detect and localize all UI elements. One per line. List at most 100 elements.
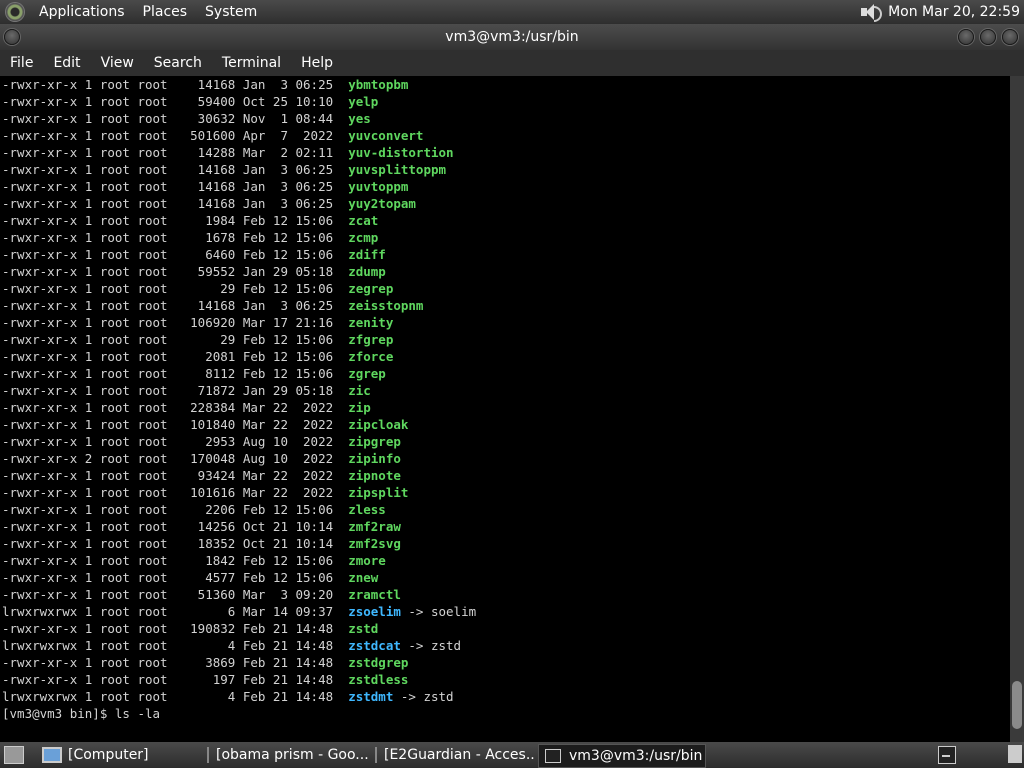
window-titlebar[interactable]: vm3@vm3:/usr/bin [0, 24, 1024, 50]
file-name: zipsplit [348, 485, 409, 500]
scrollbar-thumb[interactable] [1012, 681, 1022, 729]
file-name: zcmp [348, 230, 379, 245]
listing-line: -rwxr-xr-x 1 root root 3869 Feb 21 14:48… [0, 654, 1010, 671]
listing-line: -rwxr-xr-x 1 root root 2206 Feb 12 15:06… [0, 501, 1010, 518]
menu-terminal[interactable]: Terminal [212, 55, 291, 71]
task-chrome-obama[interactable]: [obama prism - Goo... [202, 744, 368, 766]
listing-line: -rwxr-xr-x 1 root root 228384 Mar 22 202… [0, 399, 1010, 416]
listing-meta: -rwxr-xr-x 1 root root 14168 Jan 3 06:25 [2, 196, 349, 211]
window-title: vm3@vm3:/usr/bin [445, 29, 579, 45]
listing-line: -rwxr-xr-x 1 root root 29 Feb 12 15:06 z… [0, 331, 1010, 348]
menu-search[interactable]: Search [144, 55, 212, 71]
listing-meta: -rwxr-xr-x 1 root root 14288 Mar 2 02:11 [2, 145, 349, 160]
file-name: zip [348, 400, 371, 415]
file-name: zless [348, 502, 386, 517]
listing-meta: -rwxr-xr-x 1 root root 190832 Feb 21 14:… [2, 621, 349, 636]
symlink-name: zstdmt [348, 689, 394, 704]
listing-meta: -rwxr-xr-x 1 root root 101616 Mar 22 202… [2, 485, 349, 500]
listing-meta: -rwxr-xr-x 1 root root 2081 Feb 12 15:06 [2, 349, 349, 364]
listing-line: -rwxr-xr-x 1 root root 501600 Apr 7 2022… [0, 127, 1010, 144]
task-chrome-e2guardian[interactable]: [E2Guardian - Acces... [370, 744, 536, 766]
listing-line: -rwxr-xr-x 1 root root 93424 Mar 22 2022… [0, 467, 1010, 484]
listing-meta: -rwxr-xr-x 1 root root 14168 Jan 3 06:25 [2, 179, 349, 194]
task-terminal[interactable]: vm3@vm3:/usr/bin [538, 744, 706, 768]
file-name: zmore [348, 553, 386, 568]
close-button[interactable] [1002, 29, 1018, 45]
listing-meta: -rwxr-xr-x 1 root root 14168 Jan 3 06:25 [2, 77, 349, 92]
listing-line: -rwxr-xr-x 1 root root 1842 Feb 12 15:06… [0, 552, 1010, 569]
workspace-switcher-icon[interactable] [938, 746, 956, 764]
file-name: zipcloak [348, 417, 409, 432]
menu-edit[interactable]: Edit [43, 55, 90, 71]
file-name: zstdless [348, 672, 409, 687]
listing-line: -rwxr-xr-x 1 root root 2081 Feb 12 15:06… [0, 348, 1010, 365]
menu-view[interactable]: View [91, 55, 144, 71]
listing-line: -rwxr-xr-x 1 root root 1678 Feb 12 15:06… [0, 229, 1010, 246]
menu-file[interactable]: File [0, 55, 43, 71]
file-name: zdump [348, 264, 386, 279]
listing-meta: -rwxr-xr-x 1 root root 29 Feb 12 15:06 [2, 281, 349, 296]
clock[interactable]: Mon Mar 20, 22:59 [888, 4, 1020, 20]
listing-line: -rwxr-xr-x 1 root root 190832 Feb 21 14:… [0, 620, 1010, 637]
volume-icon[interactable] [858, 2, 883, 22]
listing-meta: -rwxr-xr-x 1 root root 6460 Feb 12 15:06 [2, 247, 349, 262]
listing-meta: -rwxr-xr-x 1 root root 197 Feb 21 14:48 [2, 672, 349, 687]
listing-line: -rwxr-xr-x 1 root root 4577 Feb 12 15:06… [0, 569, 1010, 586]
file-name: zcat [348, 213, 379, 228]
system-menu[interactable]: System [196, 4, 266, 20]
listing-line: -rwxr-xr-x 1 root root 14168 Jan 3 06:25… [0, 76, 1010, 93]
places-menu[interactable]: Places [134, 4, 197, 20]
top-panel: Applications Places System Mon Mar 20, 2… [0, 0, 1024, 24]
listing-meta: -rwxr-xr-x 1 root root 93424 Mar 22 2022 [2, 468, 349, 483]
file-name: yuvconvert [348, 128, 424, 143]
task-label: [E2Guardian - Acces... [384, 747, 536, 763]
file-name: zegrep [348, 281, 394, 296]
symlink-name: zsoelim [348, 604, 401, 619]
file-name: zipinfo [348, 451, 401, 466]
listing-meta: lrwxrwxrwx 1 root root 4 Feb 21 14:48 [2, 638, 349, 653]
bottom-taskbar: [Computer] [obama prism - Goo... [E2Guar… [0, 742, 1024, 768]
listing-meta: -rwxr-xr-x 2 root root 170048 Aug 10 202… [2, 451, 349, 466]
show-desktop-icon[interactable] [4, 746, 24, 764]
terminal-scrollbar[interactable] [1010, 76, 1024, 742]
listing-line: lrwxrwxrwx 1 root root 6 Mar 14 09:37 zs… [0, 603, 1010, 620]
distro-logo-icon[interactable] [6, 3, 24, 21]
listing-meta: -rwxr-xr-x 1 root root 71872 Jan 29 05:1… [2, 383, 349, 398]
listing-line: -rwxr-xr-x 1 root root 8112 Feb 12 15:06… [0, 365, 1010, 382]
file-name: zenity [348, 315, 394, 330]
file-name: yes [348, 111, 371, 126]
listing-meta: -rwxr-xr-x 1 root root 106920 Mar 17 21:… [2, 315, 349, 330]
task-label: [Computer] [68, 747, 149, 763]
applications-menu[interactable]: Applications [30, 4, 134, 20]
shell-prompt[interactable]: [vm3@vm3 bin]$ ls -la [0, 705, 1010, 722]
maximize-button[interactable] [980, 29, 996, 45]
task-computer[interactable]: [Computer] [36, 744, 202, 766]
file-name: yuvsplittoppm [348, 162, 447, 177]
symlink-name: zstdcat [348, 638, 401, 653]
file-name: ybmtopbm [348, 77, 409, 92]
listing-meta: -rwxr-xr-x 1 root root 14168 Jan 3 06:25 [2, 162, 349, 177]
file-name: zstdgrep [348, 655, 409, 670]
listing-line: -rwxr-xr-x 1 root root 14168 Jan 3 06:25… [0, 297, 1010, 314]
computer-icon [42, 747, 62, 763]
minimize-button[interactable] [958, 29, 974, 45]
terminal-output[interactable]: -rwxr-xr-x 1 root root 14168 Jan 3 06:25… [0, 76, 1010, 742]
listing-line: lrwxrwxrwx 1 root root 4 Feb 21 14:48 zs… [0, 637, 1010, 654]
trash-icon[interactable] [1008, 745, 1022, 763]
listing-meta: -rwxr-xr-x 1 root root 2206 Feb 12 15:06 [2, 502, 349, 517]
listing-meta: -rwxr-xr-x 1 root root 8112 Feb 12 15:06 [2, 366, 349, 381]
listing-line: -rwxr-xr-x 1 root root 101840 Mar 22 202… [0, 416, 1010, 433]
listing-line: -rwxr-xr-x 1 root root 59552 Jan 29 05:1… [0, 263, 1010, 280]
listing-meta: -rwxr-xr-x 1 root root 14168 Jan 3 06:25 [2, 298, 349, 313]
listing-meta: -rwxr-xr-x 1 root root 18352 Oct 21 10:1… [2, 536, 349, 551]
listing-line: -rwxr-xr-x 1 root root 59400 Oct 25 10:1… [0, 93, 1010, 110]
file-name: zforce [348, 349, 394, 364]
listing-line: -rwxr-xr-x 1 root root 14168 Jan 3 06:25… [0, 161, 1010, 178]
menu-help[interactable]: Help [291, 55, 343, 71]
listing-line: -rwxr-xr-x 1 root root 106920 Mar 17 21:… [0, 314, 1010, 331]
window-menu-button[interactable] [4, 29, 20, 45]
listing-line: -rwxr-xr-x 1 root root 1984 Feb 12 15:06… [0, 212, 1010, 229]
file-name: zipnote [348, 468, 401, 483]
listing-meta: -rwxr-xr-x 1 root root 29 Feb 12 15:06 [2, 332, 349, 347]
listing-line: -rwxr-xr-x 1 root root 6460 Feb 12 15:06… [0, 246, 1010, 263]
